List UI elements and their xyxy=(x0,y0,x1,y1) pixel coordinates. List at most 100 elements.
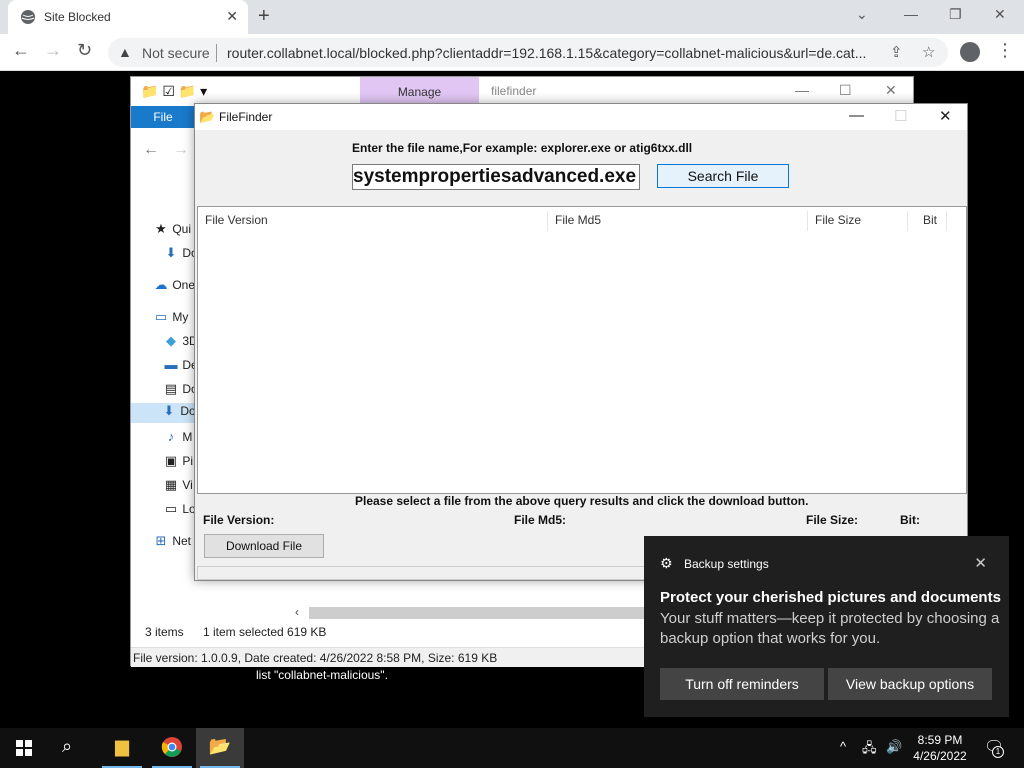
share-icon[interactable]: ⇪ xyxy=(890,43,903,61)
explorer-close-icon[interactable]: ✕ xyxy=(885,82,897,99)
column-divider xyxy=(807,211,808,231)
address-bar[interactable]: ▲ Not secure router.collabnet.local/bloc… xyxy=(108,38,948,67)
cloud-icon: ☁ xyxy=(154,277,168,292)
minimize-icon[interactable]: — xyxy=(904,6,918,22)
taskbar-file-explorer-icon[interactable]: ▆ xyxy=(98,728,146,768)
document-icon: ▤ xyxy=(164,381,178,396)
clock-time: 8:59 PM xyxy=(917,733,963,747)
column-divider xyxy=(547,211,548,231)
scroll-left-icon[interactable]: ‹ xyxy=(295,605,299,619)
drive-icon: ▭ xyxy=(164,501,178,516)
column-header-file-size[interactable]: File Size xyxy=(815,213,861,227)
selection-status: 1 item selected 619 KB xyxy=(203,625,327,639)
quick-access-toolbar-icon[interactable]: 📁 ☑ 📁 ▾ xyxy=(141,83,207,100)
action-center-icon[interactable]: 🗨1 xyxy=(984,737,1004,758)
forward-icon[interactable]: → xyxy=(44,40,62,61)
chrome-logo-icon xyxy=(161,737,182,757)
notification-app-name: Backup settings xyxy=(684,557,769,571)
explorer-titlebar: 📁 ☑ 📁 ▾ Manage filefinder — ☐ ✕ xyxy=(131,77,913,105)
file-size-label: File Size: xyxy=(806,513,859,527)
turn-off-reminders-button[interactable]: Turn off reminders xyxy=(660,668,824,700)
browser-tab[interactable]: Site Blocked ✕ xyxy=(8,0,248,34)
explorer-minimize-icon[interactable]: — xyxy=(795,82,809,98)
music-note-icon: ♪ xyxy=(167,429,175,444)
clock-date: 4/26/2022 xyxy=(913,749,967,763)
network-icon: ⊞ xyxy=(155,533,167,548)
profile-avatar-icon[interactable] xyxy=(960,42,980,62)
folder-lock-icon: 📂 xyxy=(199,109,216,124)
film-icon: ▦ xyxy=(164,477,178,492)
filename-hint: Enter the file name,For example: explore… xyxy=(352,141,693,155)
desktop-icon: ▬ xyxy=(164,357,178,372)
filefinder-titlebar: 📂 FileFinder — ☐ ✕ xyxy=(195,104,967,130)
notification-body: Your stuff matters—keep it protected by … xyxy=(660,610,1000,647)
explorer-navigation-pane: ★ Qui ⬇ Do ☁ One ▭ My ◆ 3D ▬ De ▤ Do ⬇ D… xyxy=(131,217,198,557)
computer-icon: ▭ xyxy=(154,309,168,324)
close-tab-icon[interactable]: ✕ xyxy=(226,8,238,25)
download-arrow-icon: ⬇ xyxy=(163,403,175,418)
filename-input[interactable]: systempropertiesadvanced.exe xyxy=(352,164,640,190)
download-file-button[interactable]: Download File xyxy=(204,534,324,558)
selection-instruction: Please select a file from the above quer… xyxy=(355,494,809,508)
column-header-file-md5[interactable]: File Md5 xyxy=(555,213,601,227)
backup-notification: ⚙ Backup settings ✕ Protect your cherish… xyxy=(644,536,1009,717)
nav-item-downloads-selected[interactable]: ⬇ Do xyxy=(131,403,195,423)
browser-tabstrip: Site Blocked ✕ + ⌄ — ❐ ✕ xyxy=(0,0,1024,34)
new-tab-icon[interactable]: + xyxy=(258,5,270,28)
filefinder-minimize-icon[interactable]: — xyxy=(849,107,864,124)
warning-icon[interactable]: ▲ xyxy=(118,44,132,60)
filefinder-dialog: 📂 FileFinder — ☐ ✕ Enter the file name,F… xyxy=(194,103,968,581)
file-version-label: File Version: xyxy=(203,513,275,527)
filefinder-title: FileFinder xyxy=(219,110,273,124)
omnibox-divider xyxy=(216,44,217,62)
download-arrow-icon: ⬇ xyxy=(165,245,177,260)
picture-icon: ▣ xyxy=(164,453,178,468)
network-tray-icon[interactable]: 🖧 xyxy=(862,739,877,761)
kebab-menu-icon[interactable]: ⋮ xyxy=(996,40,1014,61)
column-divider xyxy=(946,211,947,231)
browser-toolbar: ← → ↻ ▲ Not secure router.collabnet.loca… xyxy=(0,34,1024,71)
taskbar-filefinder-icon[interactable]: 📂 xyxy=(196,728,244,768)
view-backup-options-button[interactable]: View backup options xyxy=(828,668,992,700)
back-icon[interactable]: ← xyxy=(12,40,30,61)
column-header-bit[interactable]: Bit xyxy=(923,213,937,227)
show-hidden-icons-icon[interactable]: ^ xyxy=(840,739,846,754)
bookmark-star-icon[interactable]: ☆ xyxy=(922,43,935,61)
start-windows-icon[interactable] xyxy=(16,740,32,756)
results-list[interactable]: File Version File Md5 File Size Bit xyxy=(197,206,967,494)
page-caption-text: list "collabnet-malicious". xyxy=(256,668,388,682)
reload-icon[interactable]: ↻ xyxy=(77,40,92,61)
notification-headline: Protect your cherished pictures and docu… xyxy=(660,589,1001,606)
item-count: 3 items xyxy=(145,625,184,639)
url-text[interactable]: router.collabnet.local/blocked.php?clien… xyxy=(227,45,877,61)
globe-icon xyxy=(21,10,35,24)
column-divider xyxy=(907,211,908,231)
cube-icon: ◆ xyxy=(166,333,176,348)
search-icon[interactable]: ⌕ xyxy=(62,736,72,757)
manage-tab[interactable]: Manage xyxy=(360,77,479,105)
tab-title: Site Blocked xyxy=(44,10,111,24)
file-ribbon-tab[interactable]: File xyxy=(131,106,195,128)
gear-icon: ⚙ xyxy=(660,555,673,571)
taskbar-chrome-icon[interactable] xyxy=(148,728,196,768)
bit-label: Bit: xyxy=(900,513,920,527)
filefinder-maximize-icon: ☐ xyxy=(894,108,908,125)
close-window-icon[interactable]: ✕ xyxy=(994,6,1006,23)
notification-count-badge: 1 xyxy=(992,746,1004,758)
explorer-maximize-icon[interactable]: ☐ xyxy=(839,82,852,99)
search-file-button[interactable]: Search File xyxy=(657,164,789,188)
column-header-file-version[interactable]: File Version xyxy=(205,213,268,227)
file-md5-label: File Md5: xyxy=(514,513,567,527)
filefinder-close-icon[interactable]: ✕ xyxy=(939,107,952,125)
tab-search-icon[interactable]: ⌄ xyxy=(856,6,868,23)
explorer-back-icon[interactable]: ← xyxy=(143,141,159,159)
taskbar: ⌕ ▆ 📂 ^ 🖧 🔊 8:59 PM 4/26/2022 🗨1 xyxy=(0,728,1024,768)
volume-icon[interactable]: 🔊 xyxy=(886,739,902,755)
security-label[interactable]: Not secure xyxy=(142,45,210,61)
explorer-window-title: filefinder xyxy=(491,84,537,98)
dismiss-notification-icon[interactable]: ✕ xyxy=(974,554,987,572)
system-clock[interactable]: 8:59 PM 4/26/2022 xyxy=(905,732,975,764)
explorer-forward-icon[interactable]: → xyxy=(173,141,189,159)
restore-icon[interactable]: ❐ xyxy=(949,6,962,23)
star-icon: ★ xyxy=(155,221,167,236)
